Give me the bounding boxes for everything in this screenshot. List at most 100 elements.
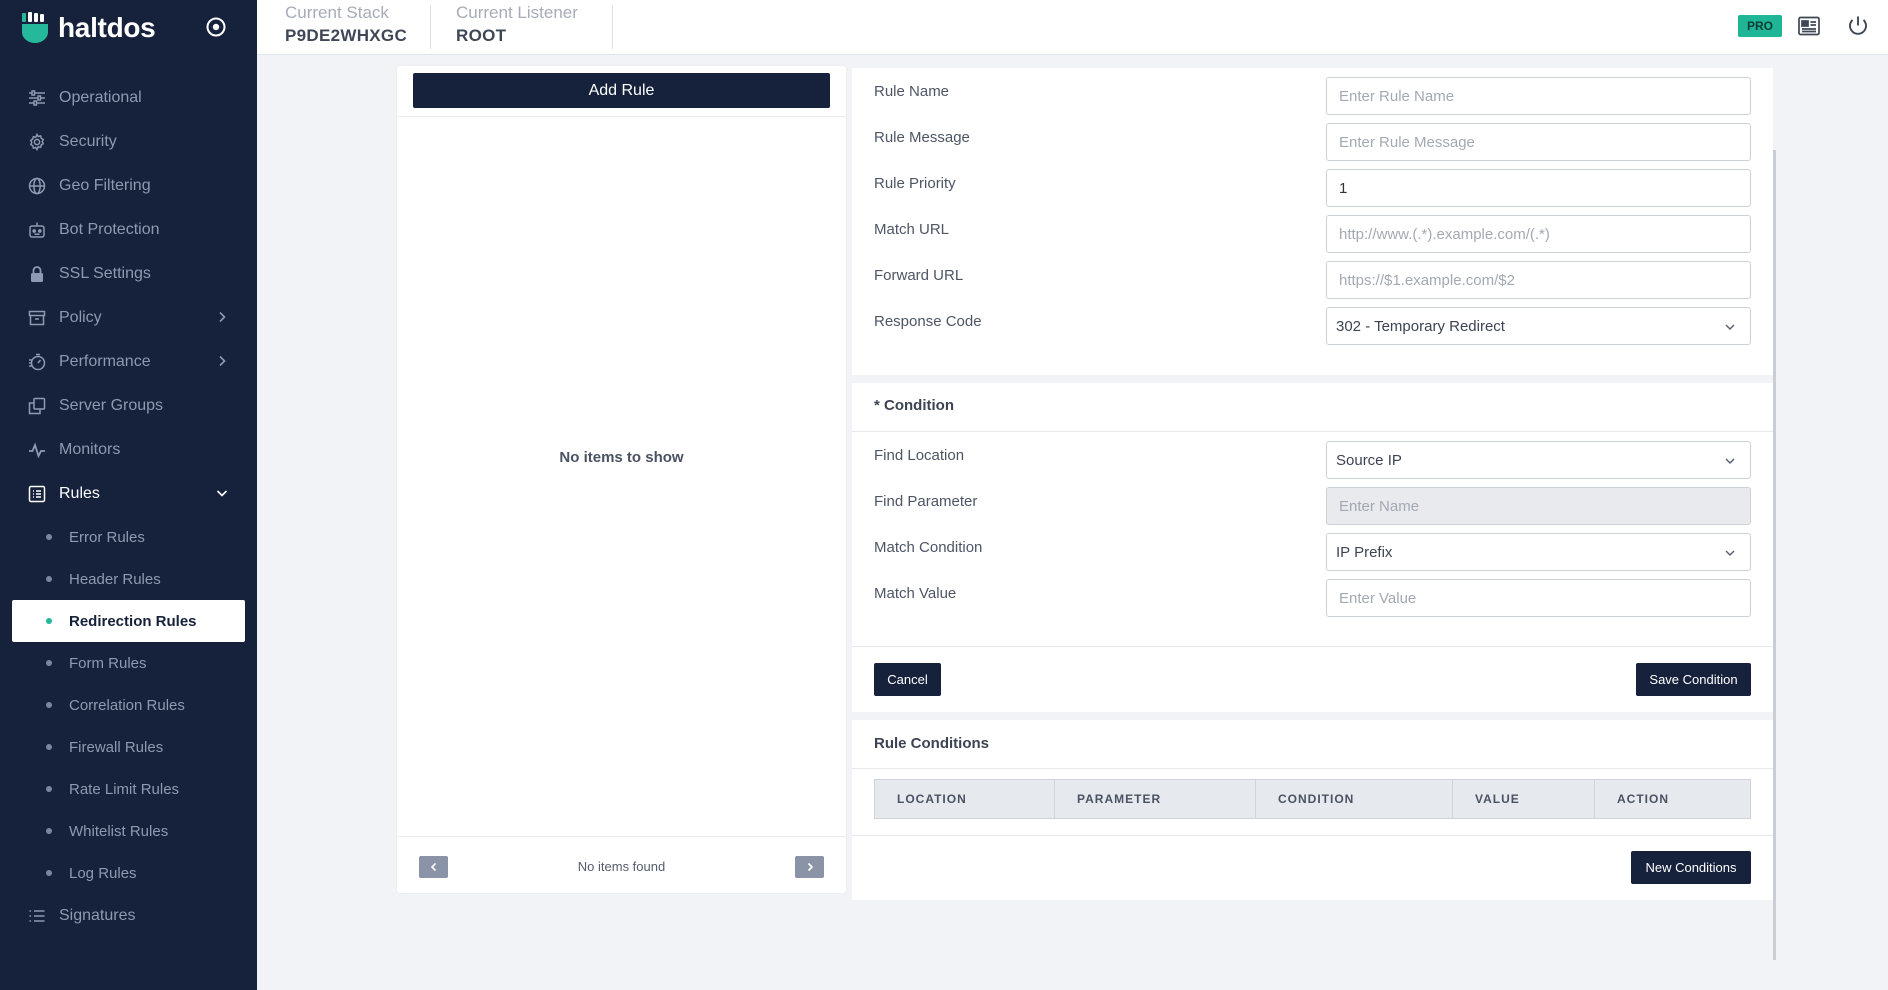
column-header-parameter[interactable]: PARAMETER	[1055, 780, 1256, 818]
sidebar-subitem-label: Error Rules	[69, 528, 145, 546]
chevron-right-icon	[219, 355, 226, 367]
bullet-icon	[46, 534, 52, 540]
rule-conditions-title: Rule Conditions	[874, 735, 989, 752]
current-listener[interactable]: Current Listener ROOT	[456, 3, 578, 46]
divider	[397, 116, 846, 117]
sidebar: haltdos Operational Security Geo Filteri…	[0, 0, 257, 990]
chevron-right-icon	[807, 862, 813, 872]
haltdos-logo-icon	[22, 12, 48, 43]
sidebar-item-label: Policy	[59, 309, 102, 326]
sidebar-subitem-label: Correlation Rules	[69, 696, 185, 714]
sidebar-item-geo-filtering[interactable]: Geo Filtering	[0, 164, 257, 208]
rule-message-input[interactable]	[1326, 123, 1751, 161]
target-toggle-icon[interactable]	[205, 16, 227, 38]
sidebar-subitem-firewall-rules[interactable]: Firewall Rules	[12, 726, 245, 768]
bullet-icon	[46, 576, 52, 582]
sliders-icon	[28, 89, 46, 107]
sidebar-item-performance[interactable]: Performance	[0, 340, 257, 384]
match-url-input[interactable]	[1326, 215, 1751, 253]
conditions-table-header: LOCATION PARAMETER CONDITION VALUE ACTIO…	[874, 779, 1751, 819]
archive-icon	[28, 309, 46, 327]
top-header: Current Stack P9DE2WHXGC Current Listene…	[257, 0, 1888, 55]
divider	[852, 431, 1773, 432]
rule-editor: Rule Name Rule Message Rule Priority Mat…	[852, 66, 1776, 960]
rule-list-panel: Add Rule No items to show No items found	[397, 66, 846, 893]
response-code-row: Response Code 302 - Temporary Redirect	[852, 307, 1773, 353]
chevron-down-icon	[216, 490, 228, 497]
divider	[397, 836, 846, 837]
sidebar-item-signatures[interactable]: Signatures	[0, 894, 257, 938]
rule-details-card: Rule Name Rule Message Rule Priority Mat…	[852, 68, 1773, 375]
current-stack[interactable]: Current Stack P9DE2WHXGC	[285, 3, 407, 46]
sidebar-subitem-whitelist-rules[interactable]: Whitelist Rules	[12, 810, 245, 852]
sidebar-subitem-header-rules[interactable]: Header Rules	[12, 558, 245, 600]
chevron-right-icon	[219, 311, 226, 323]
bullet-icon	[46, 660, 52, 666]
sidebar-subitem-label: Form Rules	[69, 654, 147, 672]
brand[interactable]: haltdos	[20, 10, 156, 46]
news-icon[interactable]	[1797, 14, 1821, 38]
rule-name-input[interactable]	[1326, 77, 1751, 115]
add-rule-button[interactable]: Add Rule	[413, 73, 830, 108]
sidebar-item-label: Geo Filtering	[59, 177, 151, 194]
column-header-action[interactable]: ACTION	[1595, 780, 1750, 818]
column-header-location[interactable]: LOCATION	[875, 780, 1055, 818]
current-listener-caption: Current Listener	[456, 3, 578, 22]
bullet-icon	[46, 786, 52, 792]
sidebar-subitem-error-rules[interactable]: Error Rules	[12, 516, 245, 558]
sidebar-subitem-rate-limit-rules[interactable]: Rate Limit Rules	[12, 768, 245, 810]
bullet-icon	[46, 702, 52, 708]
sidebar-subitem-label: Firewall Rules	[69, 738, 164, 756]
bot-icon	[28, 221, 46, 239]
find-location-row: Find Location Source IP	[852, 441, 1773, 487]
list-box-icon	[28, 485, 46, 503]
sidebar-subitem-form-rules[interactable]: Form Rules	[12, 642, 245, 684]
sidebar-subitem-correlation-rules[interactable]: Correlation Rules	[12, 684, 245, 726]
match-condition-select[interactable]: IP Prefix	[1326, 533, 1751, 571]
sidebar-item-operational[interactable]: Operational	[0, 76, 257, 120]
find-parameter-input[interactable]	[1326, 487, 1751, 525]
sidebar-subitem-log-rules[interactable]: Log Rules	[12, 852, 245, 894]
response-code-select[interactable]: 302 - Temporary Redirect	[1326, 307, 1751, 345]
column-header-condition[interactable]: CONDITION	[1256, 780, 1453, 818]
sidebar-subitem-label: Redirection Rules	[69, 612, 197, 630]
find-parameter-row: Find Parameter	[852, 487, 1773, 533]
sidebar-item-bot-protection[interactable]: Bot Protection	[0, 208, 257, 252]
sidebar-item-monitors[interactable]: Monitors	[0, 428, 257, 472]
lock-icon	[28, 265, 46, 283]
sidebar-item-server-groups[interactable]: Server Groups	[0, 384, 257, 428]
next-page-button[interactable]	[795, 856, 824, 878]
sidebar-item-label: SSL Settings	[59, 265, 151, 282]
sidebar-item-security[interactable]: Security	[0, 120, 257, 164]
save-condition-button[interactable]: Save Condition	[1636, 663, 1751, 696]
bullet-icon	[46, 870, 52, 876]
sidebar-item-ssl-settings[interactable]: SSL Settings	[0, 252, 257, 296]
list-icon	[28, 907, 46, 925]
divider	[852, 768, 1773, 769]
bullet-icon	[46, 828, 52, 834]
divider	[852, 646, 1773, 647]
column-header-value[interactable]: VALUE	[1453, 780, 1595, 818]
sidebar-item-rules[interactable]: Rules	[0, 472, 257, 516]
rule-priority-label: Rule Priority	[874, 175, 956, 192]
current-listener-value: ROOT	[456, 26, 507, 45]
sidebar-item-label: Security	[59, 133, 117, 150]
current-stack-value: P9DE2WHXGC	[285, 26, 408, 45]
match-value-label: Match Value	[874, 585, 957, 602]
rule-priority-input[interactable]	[1326, 169, 1751, 207]
sidebar-nav: Operational Security Geo Filtering Bot P…	[0, 76, 257, 938]
power-icon[interactable]	[1846, 14, 1870, 38]
scrollbar[interactable]	[1773, 150, 1776, 960]
cancel-button[interactable]: Cancel	[874, 663, 941, 696]
find-location-value: Source IP	[1336, 451, 1402, 469]
find-location-select[interactable]: Source IP	[1326, 441, 1751, 479]
match-value-input[interactable]	[1326, 579, 1751, 617]
sidebar-subitem-redirection-rules[interactable]: Redirection Rules	[12, 600, 245, 642]
forward-url-input[interactable]	[1326, 261, 1751, 299]
chevron-down-icon	[1725, 458, 1735, 465]
match-url-row: Match URL	[852, 215, 1773, 261]
sidebar-item-policy[interactable]: Policy	[0, 296, 257, 340]
gear-icon	[28, 133, 46, 151]
new-conditions-button[interactable]: New Conditions	[1631, 851, 1751, 884]
chevron-down-icon	[1725, 324, 1735, 331]
